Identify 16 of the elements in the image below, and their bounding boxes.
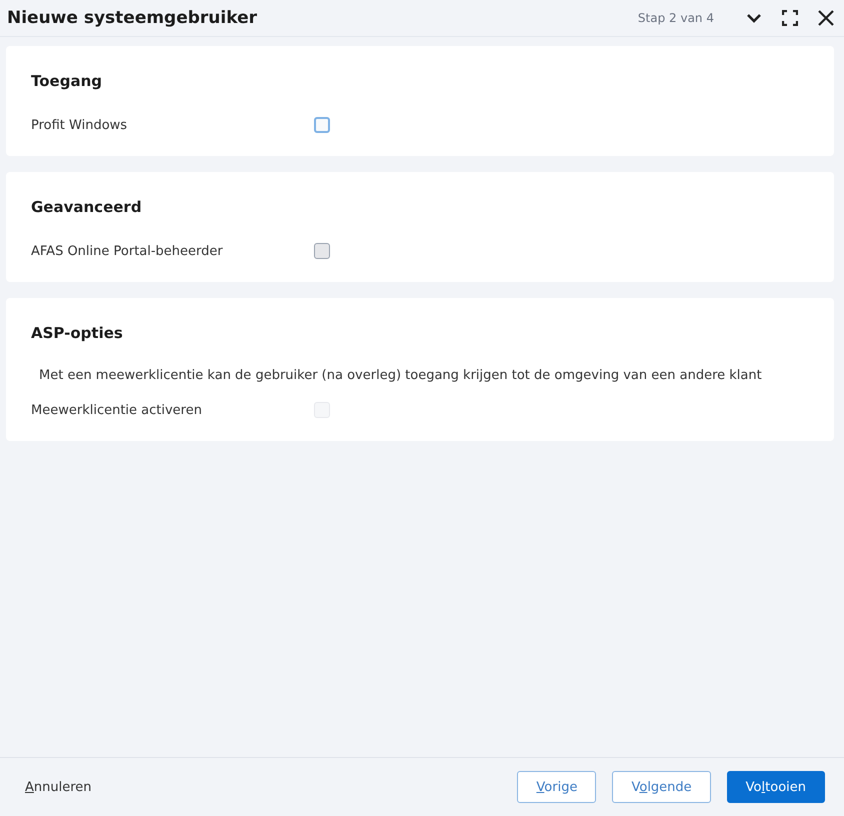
checkbox-label: Meewerklicentie activeren — [31, 402, 203, 418]
step-button[interactable]: Volgende — [612, 771, 711, 803]
fullscreen-icon[interactable] — [780, 8, 800, 28]
close-icon[interactable] — [816, 8, 836, 28]
checkbox-label: Profit Windows — [31, 118, 128, 132]
info-text: Met een meewerklicentie kan de gebruiker (na overleg) toegang krijgen tot de omgeving van een andere klant — [38, 367, 763, 385]
section-heading: Toegang — [31, 72, 103, 90]
checkbox-label: AFAS Online Portal-beheerder — [31, 244, 224, 258]
window-title: Nieuwe systeemgebruiker — [7, 8, 258, 28]
checkbox[interactable] — [314, 117, 330, 133]
section-heading: ASP-opties — [31, 324, 124, 342]
step-indicator: Stap 2 van 4 — [638, 11, 714, 25]
step-button[interactable]: Vorige — [517, 771, 596, 803]
finish-button[interactable]: Voltooien — [726, 771, 825, 803]
cancel-link[interactable]: Annuleren — [25, 780, 92, 794]
section-heading: Geavanceerd — [31, 198, 143, 216]
